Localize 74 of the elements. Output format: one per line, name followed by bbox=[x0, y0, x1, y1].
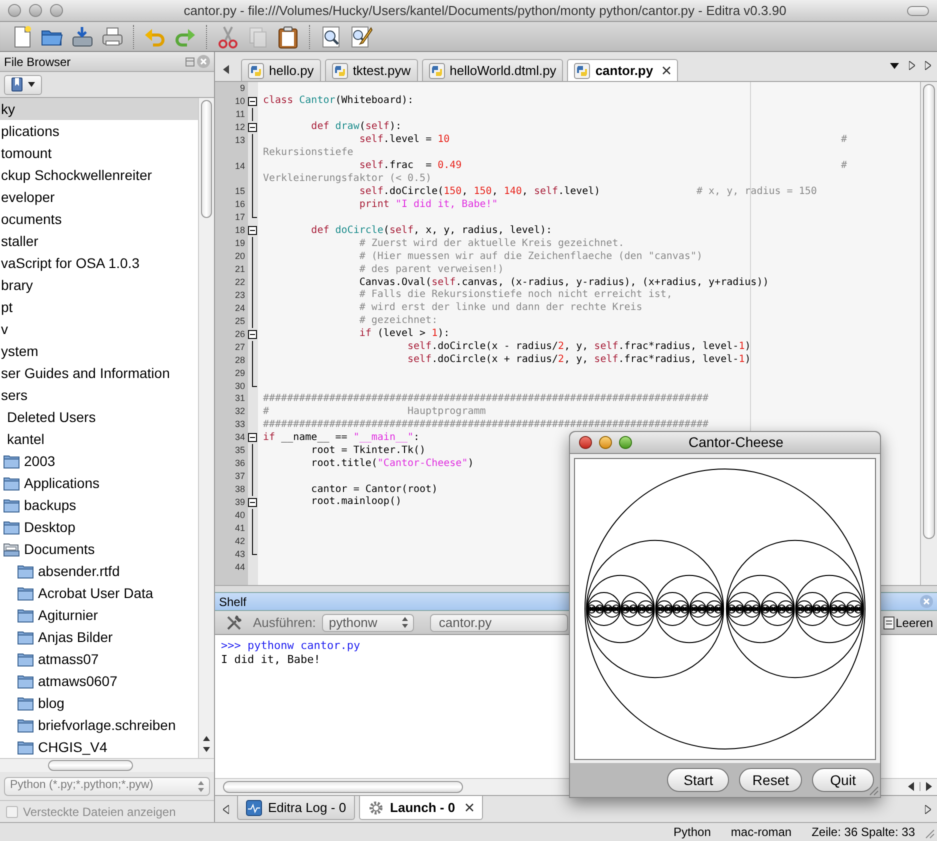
line-number: 16 bbox=[234, 200, 245, 210]
language-label: Python bbox=[674, 824, 711, 841]
line-number: 25 bbox=[234, 316, 245, 326]
code-line: Canvas.Oval(self.canvas, (x-radius, y-radius), (x+radius, y+radius)) bbox=[358, 278, 769, 288]
code-line: root = Tkinter.Tk() bbox=[310, 446, 426, 456]
code-line: ########################################################################## bbox=[262, 394, 709, 404]
code-line: self.doCircle(x - radius/2, y, self.frac*radius, level-1) bbox=[406, 342, 751, 352]
window-title: cantor.py - file:///Volumes/Hucky/Users/kantel/Documents/python/monty python/cantor.py - Editra v0.3.90 bbox=[182, 2, 788, 20]
code-line: ########################################################################## bbox=[262, 420, 709, 430]
line-number: 27 bbox=[234, 342, 245, 352]
code-line: self.doCircle(x + radius/2, y, self.frac*radius, level-1) bbox=[406, 355, 751, 366]
code-line: self.doCircle(150, 150, 140, self.level) # x, y, radius = 150 bbox=[358, 186, 817, 197]
line-number: 9 bbox=[240, 84, 245, 93]
code-line: # des parent verweisen!) bbox=[358, 264, 504, 275]
line-number: 34 bbox=[234, 433, 245, 442]
code-line: self.level = 10 # bbox=[358, 135, 847, 146]
code-line: if __name__ == "__main__": bbox=[262, 432, 420, 443]
panel-title: Shelf bbox=[219, 594, 248, 610]
line-number: 19 bbox=[234, 239, 245, 248]
line-number: 36 bbox=[234, 459, 245, 468]
code-line: # Hauptprogramm bbox=[262, 406, 486, 417]
line-number: 35 bbox=[234, 446, 245, 456]
window-title: Cantor-Cheese bbox=[688, 433, 784, 452]
line-number: 33 bbox=[234, 420, 245, 430]
console-line: I did it, Babe! bbox=[221, 653, 322, 667]
line-number: 38 bbox=[234, 485, 245, 494]
code-line: # (Hier muessen wir auf die Zeichenflaeche (den "canvas") bbox=[358, 252, 702, 262]
line-number: 41 bbox=[234, 524, 245, 533]
panel-title: File Browser bbox=[4, 54, 72, 70]
line-number: 15 bbox=[234, 187, 245, 196]
code-line: # Falls die Rekursionstiefe noch nicht erreicht ist, bbox=[358, 290, 672, 300]
line-number: 32 bbox=[234, 407, 245, 416]
line-number: 22 bbox=[234, 278, 245, 288]
line-number: 14 bbox=[234, 162, 245, 171]
encoding-label: mac-roman bbox=[730, 824, 792, 841]
line-number: 12 bbox=[234, 122, 245, 132]
code-line: root.mainloop() bbox=[310, 497, 402, 508]
code-line: Rekursionstiefe bbox=[262, 148, 354, 158]
line-number: 37 bbox=[234, 472, 245, 482]
line-number: 26 bbox=[234, 330, 245, 339]
code-line: cantor = Cantor(root) bbox=[310, 484, 438, 495]
line-number: 20 bbox=[234, 252, 245, 262]
line-number: 13 bbox=[234, 136, 245, 145]
line-number: 10 bbox=[234, 96, 245, 106]
checkbox-label: Versteckte Dateien anzeigen bbox=[23, 804, 176, 820]
line-number: 31 bbox=[234, 394, 245, 404]
code-line: print "I did it, Babe!" bbox=[358, 200, 498, 210]
code-line: root.title("Cantor-Cheese") bbox=[310, 458, 474, 469]
code-line: # wird erst der linke und dann der rechte Kreis bbox=[358, 303, 642, 314]
line-number: 43 bbox=[234, 550, 245, 559]
cursor-position: Zeile: 36 Spalte: 33 bbox=[812, 824, 915, 841]
code-line: # gezeichnet: bbox=[358, 316, 438, 326]
line-number: 29 bbox=[234, 368, 245, 378]
line-number: 30 bbox=[234, 382, 245, 391]
code-line: Verkleinerungsfaktor (< 0.5) bbox=[262, 174, 432, 184]
code-line: self.frac = 0.49 # bbox=[358, 161, 847, 172]
code-line: def doCircle(self, x, y, radius, level): bbox=[310, 226, 552, 236]
code-line: def draw(self): bbox=[310, 122, 402, 132]
line-number: 44 bbox=[234, 562, 245, 572]
line-number: 11 bbox=[236, 110, 245, 119]
line-number: 21 bbox=[234, 265, 245, 274]
code-line: # Zuerst wird der aktuelle Kreis gezeichnet. bbox=[358, 238, 624, 249]
run-label: Ausführen: bbox=[253, 614, 316, 632]
line-number: 23 bbox=[234, 290, 245, 300]
line-number: 24 bbox=[234, 304, 245, 313]
line-number: 40 bbox=[234, 510, 245, 520]
line-number: 18 bbox=[234, 226, 245, 236]
line-number: 42 bbox=[234, 536, 245, 546]
line-number: 39 bbox=[234, 498, 245, 507]
line-number: 28 bbox=[234, 356, 245, 365]
code-line: class Cantor(Whiteboard): bbox=[262, 96, 414, 106]
console-line: >>> pythonw cantor.py bbox=[221, 639, 362, 653]
code-line: if (level > 1): bbox=[358, 329, 450, 340]
line-number: 17 bbox=[234, 213, 245, 222]
